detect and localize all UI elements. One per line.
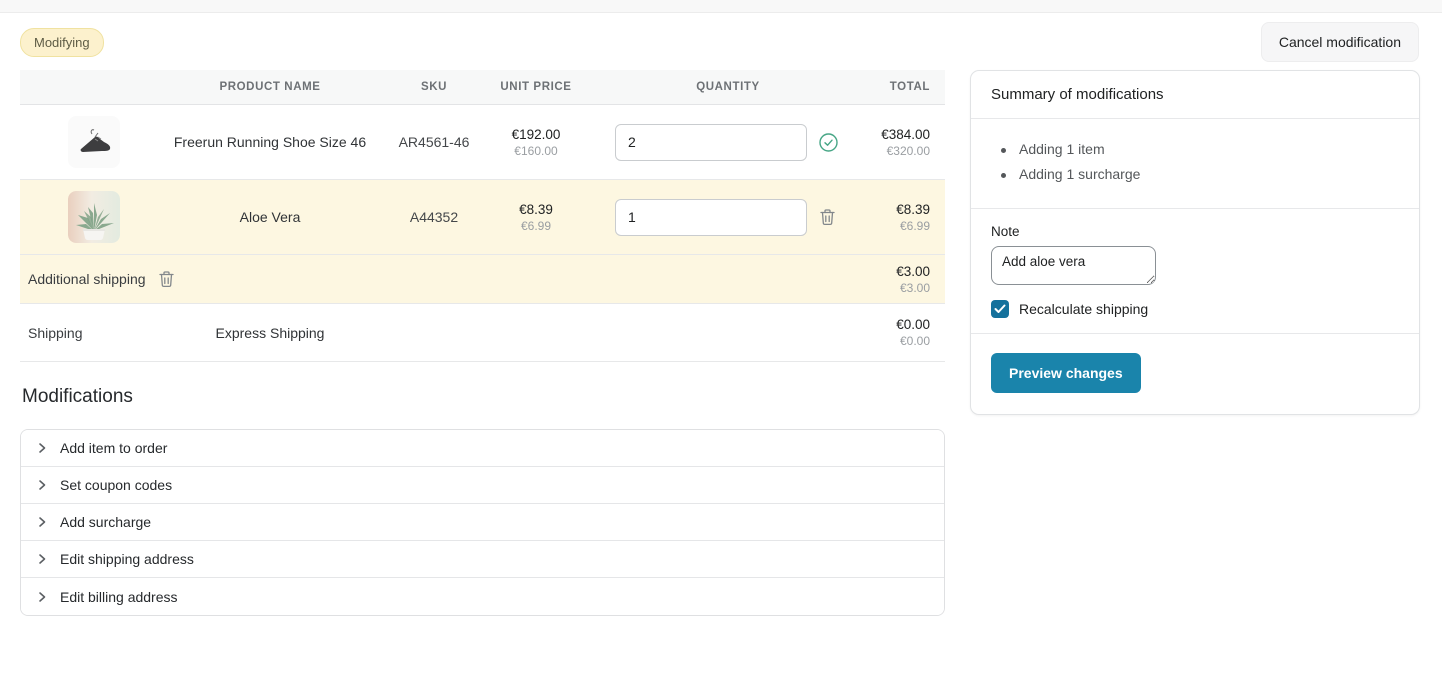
accordion-label: Set coupon codes: [60, 477, 172, 493]
accordion-add-surcharge[interactable]: Add surcharge: [21, 504, 944, 541]
product-sku: AR4561-46: [372, 134, 496, 150]
recalculate-shipping-checkbox[interactable]: [991, 300, 1009, 318]
summary-of-modifications-card: Summary of modifications Adding 1 item A…: [970, 70, 1420, 415]
summary-bullet: Adding 1 surcharge: [997, 166, 1399, 182]
product-name: Freerun Running Shoe Size 46: [168, 134, 372, 150]
table-row-added: Aloe Vera A44352 €8.39 €6.99 €8.39 €6.99: [20, 180, 945, 255]
summary-title: Summary of modifications: [991, 86, 1399, 103]
chevron-right-icon: [36, 591, 48, 603]
accordion-edit-shipping-address[interactable]: Edit shipping address: [21, 541, 944, 578]
summary-bullet: Adding 1 item: [997, 141, 1399, 157]
unit-price: €192.00: [496, 127, 576, 142]
shipping-row: Shipping Express Shipping €0.00 €0.00: [20, 304, 945, 362]
accordion-label: Add surcharge: [60, 514, 151, 530]
header-unit-price: UNIT PRICE: [496, 81, 576, 93]
shipping-total: €0.00: [880, 317, 930, 332]
modifications-heading: Modifications: [22, 386, 133, 408]
accordion-set-coupon-codes[interactable]: Set coupon codes: [21, 467, 944, 504]
line-total: €384.00: [880, 127, 930, 142]
order-items-table: PRODUCT NAME SKU UNIT PRICE QUANTITY TOT…: [20, 70, 945, 362]
header-sku: SKU: [372, 81, 496, 93]
product-image-shoe: [68, 116, 120, 168]
accordion-label: Edit shipping address: [60, 551, 194, 567]
surcharge-row: Additional shipping €3.00 €3.00: [20, 255, 945, 304]
surcharge-total: €3.00: [896, 264, 930, 279]
check-circle-icon: [819, 133, 838, 152]
surcharge-label: Additional shipping: [28, 271, 146, 287]
chevron-right-icon: [36, 516, 48, 528]
chevron-right-icon: [36, 479, 48, 491]
accordion-label: Add item to order: [60, 440, 167, 456]
product-sku: A44352: [372, 209, 496, 225]
top-bar: [0, 0, 1442, 13]
table-header-row: PRODUCT NAME SKU UNIT PRICE QUANTITY TOT…: [20, 70, 945, 105]
trash-icon[interactable]: [819, 208, 836, 226]
chevron-right-icon: [36, 442, 48, 454]
quantity-input[interactable]: [615, 199, 807, 236]
quantity-input[interactable]: [615, 124, 807, 161]
product-image-aloe: [68, 191, 120, 243]
header-quantity: QUANTITY: [576, 81, 880, 93]
summary-bullet-list: Adding 1 item Adding 1 surcharge: [991, 134, 1399, 193]
note-textarea[interactable]: Add aloe vera: [991, 246, 1156, 285]
shipping-method: Express Shipping: [168, 325, 372, 341]
note-label: Note: [991, 224, 1399, 239]
accordion-label: Edit billing address: [60, 589, 178, 605]
line-total-original: €6.99: [880, 219, 930, 233]
trash-icon[interactable]: [158, 270, 175, 288]
modifying-status-badge: Modifying: [20, 28, 104, 57]
accordion-add-item-to-order[interactable]: Add item to order: [21, 430, 944, 467]
line-total-original: €320.00: [880, 144, 930, 158]
unit-price: €8.39: [496, 202, 576, 217]
header-product-name: PRODUCT NAME: [168, 81, 372, 93]
checkmark-icon: [994, 304, 1006, 314]
unit-price-original: €6.99: [496, 219, 576, 233]
surcharge-total-original: €3.00: [896, 281, 930, 295]
preview-changes-button[interactable]: Preview changes: [991, 353, 1141, 393]
line-total: €8.39: [880, 202, 930, 217]
chevron-right-icon: [36, 553, 48, 565]
product-name: Aloe Vera: [168, 209, 372, 225]
header-total: TOTAL: [880, 81, 945, 93]
modifications-accordion: Add item to order Set coupon codes Add s…: [20, 429, 945, 616]
shipping-total-original: €0.00: [880, 334, 930, 348]
recalculate-shipping-label: Recalculate shipping: [1019, 301, 1148, 317]
cancel-modification-button[interactable]: Cancel modification: [1261, 22, 1419, 62]
unit-price-original: €160.00: [496, 144, 576, 158]
accordion-edit-billing-address[interactable]: Edit billing address: [21, 578, 944, 615]
shipping-label: Shipping: [20, 325, 168, 341]
table-row: Freerun Running Shoe Size 46 AR4561-46 €…: [20, 105, 945, 180]
